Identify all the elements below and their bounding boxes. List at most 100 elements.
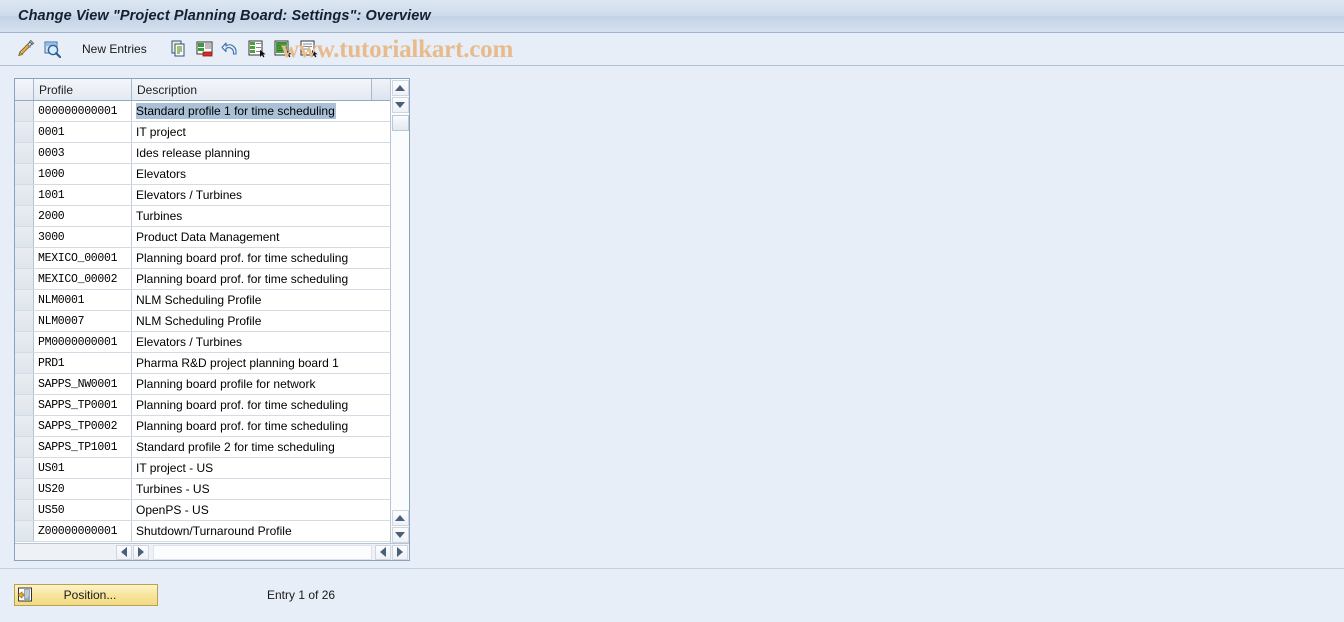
row-select-button[interactable] <box>15 437 34 457</box>
cell-profile[interactable]: 1001 <box>34 185 132 205</box>
vertical-scrollbar[interactable] <box>390 79 409 543</box>
row-select-button[interactable] <box>15 395 34 415</box>
table-row[interactable]: 1000 Elevators <box>15 164 390 185</box>
cell-description[interactable]: NLM Scheduling Profile <box>132 290 390 310</box>
row-select-button[interactable] <box>15 374 34 394</box>
cell-description[interactable]: Planning board prof. for time scheduling <box>132 248 390 268</box>
row-select-button[interactable] <box>15 416 34 436</box>
undo-icon[interactable] <box>221 39 241 59</box>
table-row[interactable]: US20 Turbines - US <box>15 479 390 500</box>
cell-profile[interactable]: NLM0001 <box>34 290 132 310</box>
table-row[interactable]: 1001 Elevators / Turbines <box>15 185 390 206</box>
cell-profile[interactable]: SAPPS_TP1001 <box>34 437 132 457</box>
cell-description[interactable]: Planning board profile for network <box>132 374 390 394</box>
table-row[interactable]: PRD1 Pharma R&D project planning board 1 <box>15 353 390 374</box>
edit-pencil-icon[interactable] <box>16 39 36 59</box>
cell-description[interactable]: OpenPS - US <box>132 500 390 520</box>
cell-profile[interactable]: 000000000001 <box>34 101 132 121</box>
cell-description[interactable]: Ides release planning <box>132 143 390 163</box>
cell-profile[interactable]: PRD1 <box>34 353 132 373</box>
cell-profile[interactable]: PM0000000001 <box>34 332 132 352</box>
cell-profile[interactable]: US50 <box>34 500 132 520</box>
row-select-button[interactable] <box>15 122 34 142</box>
cell-profile[interactable]: MEXICO_00001 <box>34 248 132 268</box>
new-entries-button[interactable]: New Entries <box>82 42 147 56</box>
table-row[interactable]: NLM0007 NLM Scheduling Profile <box>15 311 390 332</box>
row-select-button[interactable] <box>15 164 34 184</box>
table-row[interactable]: Z00000000001 Shutdown/Turnaround Profile <box>15 521 390 542</box>
cell-profile[interactable]: 0001 <box>34 122 132 142</box>
table-row[interactable]: 0003 Ides release planning <box>15 143 390 164</box>
cell-profile[interactable]: 0003 <box>34 143 132 163</box>
position-button[interactable]: Position... <box>14 584 158 606</box>
cell-profile[interactable]: Z00000000001 <box>34 521 132 541</box>
scroll-up-button[interactable] <box>391 80 409 96</box>
table-row[interactable]: PM0000000001 Elevators / Turbines <box>15 332 390 353</box>
table-row[interactable]: MEXICO_00002 Planning board prof. for tim… <box>15 269 390 290</box>
cell-profile[interactable]: 2000 <box>34 206 132 226</box>
cell-description[interactable]: Turbines - US <box>132 479 390 499</box>
cell-description[interactable]: Turbines <box>132 206 390 226</box>
cell-profile[interactable]: SAPPS_TP0001 <box>34 395 132 415</box>
row-select-button[interactable] <box>15 290 34 310</box>
table-row[interactable]: 0001 IT project <box>15 122 390 143</box>
column-header-profile[interactable]: Profile <box>34 79 132 100</box>
cell-description[interactable]: Elevators / Turbines <box>132 185 390 205</box>
row-select-button[interactable] <box>15 521 34 541</box>
table-row[interactable]: SAPPS_TP0002 Planning board prof. for tim… <box>15 416 390 437</box>
cell-profile[interactable]: US01 <box>34 458 132 478</box>
table-row[interactable]: US01 IT project - US <box>15 458 390 479</box>
scroll-down-button[interactable] <box>391 527 409 543</box>
table-row[interactable]: MEXICO_00001 Planning board prof. for tim… <box>15 248 390 269</box>
column-header-description[interactable]: Description <box>132 79 372 100</box>
row-select-button[interactable] <box>15 206 34 226</box>
header-corner-cell[interactable] <box>372 79 390 100</box>
row-select-button[interactable] <box>15 332 34 352</box>
select-block-icon[interactable] <box>299 39 319 59</box>
table-row[interactable]: SAPPS_NW0001 Planning board profile for n… <box>15 374 390 395</box>
cell-description[interactable]: IT project <box>132 122 390 142</box>
scroll-far-right-button[interactable] <box>392 544 408 560</box>
cell-description[interactable]: Elevators / Turbines <box>132 332 390 352</box>
cell-profile[interactable]: US20 <box>34 479 132 499</box>
scroll-page-up-button[interactable] <box>391 97 409 113</box>
cell-description[interactable]: Planning board prof. for time scheduling <box>132 269 390 289</box>
display-magnifier-icon[interactable] <box>42 39 62 59</box>
row-select-button[interactable] <box>15 143 34 163</box>
row-select-button[interactable] <box>15 185 34 205</box>
scroll-page-down-button[interactable] <box>391 510 409 526</box>
vertical-scroll-thumb[interactable] <box>391 115 409 131</box>
cell-description[interactable]: Elevators <box>132 164 390 184</box>
cell-description[interactable]: Pharma R&D project planning board 1 <box>132 353 390 373</box>
table-row[interactable]: SAPPS_TP0001 Planning board prof. for tim… <box>15 395 390 416</box>
cell-description[interactable]: Standard profile 2 for time scheduling <box>132 437 390 457</box>
row-select-button[interactable] <box>15 101 34 121</box>
scroll-right-button[interactable] <box>133 544 149 560</box>
table-row[interactable]: 000000000001 Standard profile 1 for time … <box>15 101 390 122</box>
header-gutter-cell[interactable] <box>15 79 34 100</box>
cell-description[interactable]: NLM Scheduling Profile <box>132 311 390 331</box>
copy-icon[interactable] <box>169 39 189 59</box>
row-select-button[interactable] <box>15 458 34 478</box>
table-row[interactable]: NLM0001 NLM Scheduling Profile <box>15 290 390 311</box>
table-row[interactable]: 3000 Product Data Management <box>15 227 390 248</box>
cell-profile[interactable]: MEXICO_00002 <box>34 269 132 289</box>
scroll-left-button[interactable] <box>116 544 132 560</box>
row-select-button[interactable] <box>15 500 34 520</box>
row-select-button[interactable] <box>15 227 34 247</box>
row-select-button[interactable] <box>15 248 34 268</box>
cell-profile[interactable]: NLM0007 <box>34 311 132 331</box>
cell-profile[interactable]: SAPPS_TP0002 <box>34 416 132 436</box>
deselect-all-icon[interactable] <box>273 39 293 59</box>
cell-profile[interactable]: 3000 <box>34 227 132 247</box>
table-row[interactable]: SAPPS_TP1001 Standard profile 2 for time … <box>15 437 390 458</box>
row-select-button[interactable] <box>15 269 34 289</box>
table-row[interactable]: 2000 Turbines <box>15 206 390 227</box>
row-select-button[interactable] <box>15 353 34 373</box>
cell-description[interactable]: Planning board prof. for time scheduling <box>132 395 390 415</box>
cell-description[interactable]: Planning board prof. for time scheduling <box>132 416 390 436</box>
cell-profile[interactable]: 1000 <box>34 164 132 184</box>
cell-description[interactable]: IT project - US <box>132 458 390 478</box>
cell-description[interactable]: Product Data Management <box>132 227 390 247</box>
row-select-button[interactable] <box>15 479 34 499</box>
